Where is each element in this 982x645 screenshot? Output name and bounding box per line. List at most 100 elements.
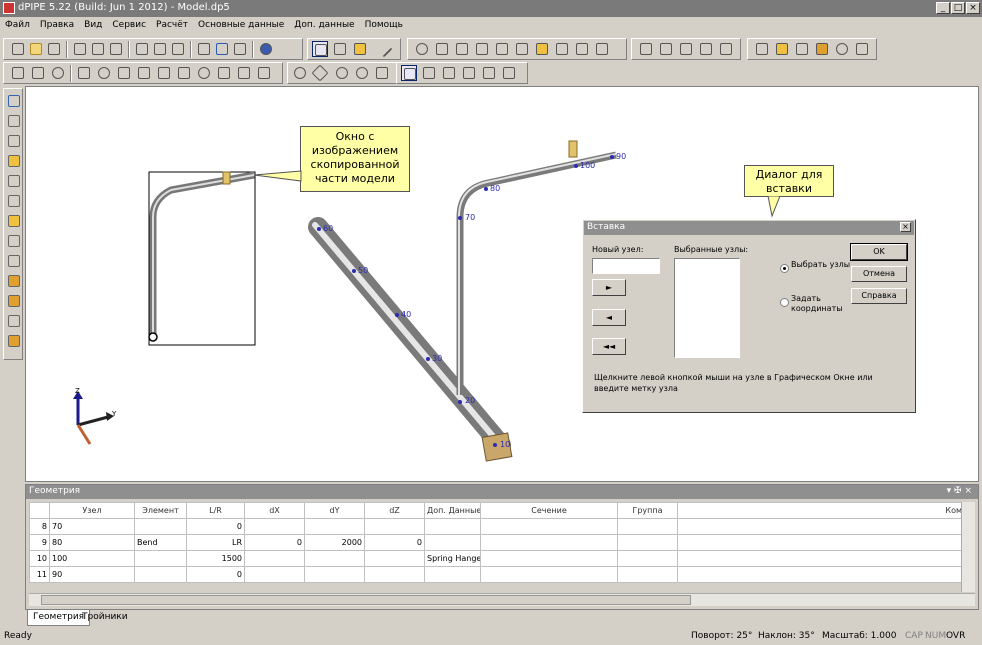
new-file-icon[interactable] — [10, 41, 26, 57]
redo-icon[interactable] — [232, 41, 248, 57]
ok-button[interactable]: OK — [850, 243, 908, 261]
diagram-icon[interactable] — [794, 41, 810, 57]
bend-icon[interactable] — [494, 41, 510, 57]
scissors-icon[interactable] — [216, 65, 232, 81]
cancel-button[interactable]: Отмена — [851, 266, 907, 282]
cell-section[interactable] — [480, 518, 618, 535]
delete-icon[interactable] — [6, 93, 22, 109]
cell-dy[interactable] — [304, 518, 365, 535]
spring-icon[interactable] — [6, 213, 22, 229]
col-header-comment[interactable]: Ком — [677, 502, 965, 519]
cell-dz[interactable]: 0 — [364, 534, 425, 551]
pan-icon[interactable] — [311, 64, 329, 82]
cell-node[interactable]: 80 — [49, 534, 135, 551]
zoom-in-icon[interactable] — [334, 65, 350, 81]
cell-section[interactable] — [480, 566, 618, 583]
panel-controls-icon[interactable]: ▾ ✠ × — [947, 486, 972, 496]
cell-dz[interactable] — [364, 566, 425, 583]
cell-dx[interactable] — [244, 518, 305, 535]
cell-node[interactable]: 70 — [49, 518, 135, 535]
menu-extra-data[interactable]: Доп. данные — [289, 17, 359, 33]
cell-dx[interactable] — [244, 566, 305, 583]
cross-brace-icon[interactable] — [6, 273, 22, 289]
delete-row-icon[interactable] — [152, 41, 168, 57]
horizontal-scrollbar[interactable] — [29, 593, 975, 606]
menu-view[interactable]: Вид — [79, 17, 107, 33]
expansion-joint-icon[interactable] — [534, 41, 550, 57]
maximize-button[interactable]: □ — [951, 2, 965, 14]
cell-lr[interactable]: 0 — [186, 518, 245, 535]
report-icon[interactable] — [754, 41, 770, 57]
wrench-icon[interactable] — [6, 333, 22, 349]
new-node-input[interactable] — [592, 258, 660, 274]
table-row[interactable]: 10 100 1500 Spring Hanger — [29, 550, 965, 567]
col-header-node[interactable]: Узел — [49, 502, 135, 519]
insert-row-icon[interactable] — [134, 41, 150, 57]
anchor-icon[interactable] — [414, 41, 430, 57]
restraint-icon[interactable] — [574, 41, 590, 57]
nozzle-icon[interactable] — [594, 41, 610, 57]
cell-extra[interactable]: Spring Hanger — [424, 550, 481, 567]
first-node-button[interactable]: ◄◄ — [592, 338, 626, 355]
chart-icon[interactable] — [481, 65, 497, 81]
menu-file[interactable]: Файл — [0, 17, 35, 33]
pin-icon[interactable] — [6, 293, 22, 309]
cell-comment[interactable] — [677, 550, 965, 567]
angle-check-icon[interactable] — [116, 65, 132, 81]
tee-icon[interactable] — [514, 41, 530, 57]
copy-icon[interactable] — [90, 41, 106, 57]
append-row-icon[interactable] — [170, 41, 186, 57]
flask-icon[interactable] — [6, 233, 22, 249]
cell-extra[interactable] — [424, 566, 481, 583]
cell-dx[interactable] — [244, 550, 305, 567]
menu-calculation[interactable]: Расчёт — [151, 17, 193, 33]
edit-sheet-icon[interactable] — [332, 41, 348, 57]
table-row[interactable]: 8 70 0 — [29, 518, 965, 535]
angle-tick-icon[interactable] — [156, 65, 172, 81]
cell-dy[interactable] — [304, 550, 365, 567]
circle-x-icon[interactable] — [196, 65, 212, 81]
angle-arrow-icon[interactable] — [136, 65, 152, 81]
radio-set-coords[interactable] — [780, 298, 789, 307]
block-icon[interactable] — [6, 253, 22, 269]
open-folder-icon[interactable] — [28, 41, 44, 57]
col-header-lr[interactable]: L/R — [186, 502, 245, 519]
undo-icon[interactable] — [214, 41, 230, 57]
frame-icon[interactable] — [10, 65, 26, 81]
teapot-icon[interactable] — [834, 41, 850, 57]
col-header-dy[interactable]: dY — [304, 502, 365, 519]
cut-icon[interactable] — [72, 41, 88, 57]
cell-dx[interactable]: 0 — [244, 534, 305, 551]
cell-node[interactable]: 100 — [49, 550, 135, 567]
valve-icon[interactable] — [434, 41, 450, 57]
level-icon[interactable] — [6, 193, 22, 209]
cell-element[interactable] — [134, 518, 187, 535]
angle-mark-icon[interactable] — [176, 65, 192, 81]
rail-icon[interactable] — [6, 313, 22, 329]
close-button[interactable]: × — [966, 2, 980, 14]
cell-group[interactable] — [617, 518, 678, 535]
prev-node-button[interactable]: ◄ — [592, 309, 626, 326]
help-globe-icon[interactable] — [258, 41, 274, 57]
tee-branch-icon[interactable] — [6, 173, 22, 189]
cell-element[interactable] — [134, 550, 187, 567]
menu-help[interactable]: Помощь — [360, 17, 408, 33]
cell-comment[interactable] — [677, 518, 965, 535]
lamp-icon[interactable] — [774, 41, 790, 57]
zoom-out-icon[interactable] — [354, 65, 370, 81]
cell-lr[interactable]: LR — [186, 534, 245, 551]
mask-icon[interactable] — [814, 41, 830, 57]
cell-lr[interactable]: 0 — [186, 566, 245, 583]
cell-dz[interactable] — [364, 550, 425, 567]
axes-icon[interactable] — [501, 65, 517, 81]
grid-view-icon[interactable] — [312, 41, 328, 57]
book-icon[interactable] — [352, 41, 368, 57]
table-row[interactable]: 11 90 0 — [29, 566, 965, 583]
menu-edit[interactable]: Правка — [35, 17, 79, 33]
menu-service[interactable]: Сервис — [107, 17, 151, 33]
selected-nodes-list[interactable] — [674, 258, 740, 358]
cell-lr[interactable]: 1500 — [186, 550, 245, 567]
cell-dy[interactable]: 2000 — [304, 534, 365, 551]
cell-section[interactable] — [480, 550, 618, 567]
table-icon[interactable] — [461, 65, 477, 81]
